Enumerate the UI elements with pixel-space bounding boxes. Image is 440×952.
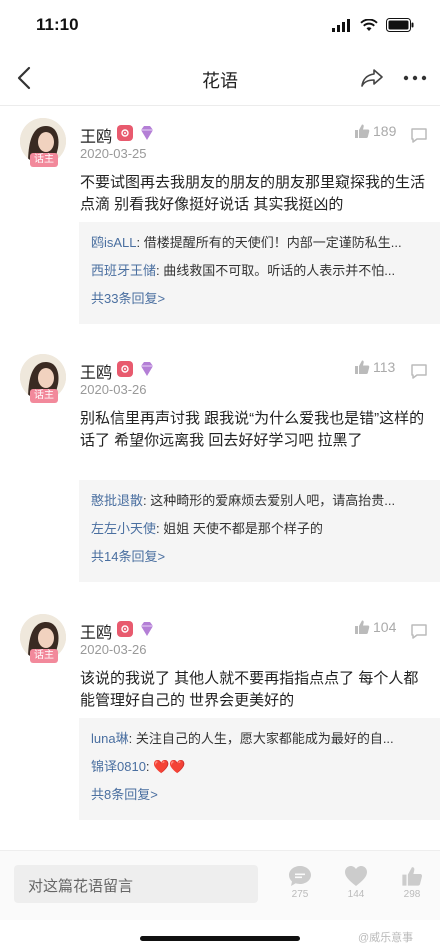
reply-box[interactable]: luna琳: 关注自己的人生，愿大家都能成为最好的自... 锦译0810: ❤️…	[79, 718, 440, 820]
like-total-count: 298	[403, 889, 421, 900]
comment-input[interactable]: 对这篇花语留言	[14, 865, 258, 903]
reply-box[interactable]: 鸥isALL: 借楼提醒所有的天使们！内部一定谨防私生... 西班牙王储: 曲线…	[79, 222, 440, 324]
reply-text: : 这种畸形的爱麻烦去爱别人吧，请高抬贵...	[143, 493, 396, 508]
reply-item[interactable]: 锦译0810: ❤️❤️	[91, 756, 428, 778]
nav-bar: 花语	[0, 50, 440, 106]
comment-text: 不要试图再去我朋友的朋友的朋友那里窥探我的生活点滴 别看我好像挺好说话 其实我挺…	[80, 174, 426, 213]
comment-action[interactable]: 275	[280, 865, 320, 900]
reply-item[interactable]: luna琳: 关注自己的人生，愿大家都能成为最好的自...	[91, 728, 428, 750]
diamond-badge-icon	[141, 622, 153, 636]
wifi-icon	[360, 18, 378, 31]
like-count: 113	[373, 359, 396, 375]
like-button[interactable]: 189	[354, 123, 396, 139]
host-tag: 话主	[30, 649, 58, 663]
reply-icon[interactable]	[410, 126, 428, 144]
favorite-action[interactable]: 144	[336, 865, 376, 900]
username[interactable]: 王鸥	[80, 619, 112, 643]
reply-item[interactable]: 憨批退散: 这种畸形的爱麻烦去爱别人吧，请高抬贵...	[91, 490, 428, 512]
like-action[interactable]: 298	[392, 865, 432, 900]
reply-icon[interactable]	[410, 362, 428, 380]
share-button[interactable]	[356, 62, 388, 94]
status-bar: 11:10	[0, 0, 440, 50]
watermark: @威乐意事	[358, 932, 414, 944]
home-indicator[interactable]	[140, 936, 300, 941]
reply-text: : 姐姐 天使不都是那个样子的	[156, 521, 323, 536]
diamond-badge-icon	[141, 362, 153, 376]
like-button[interactable]: 104	[354, 619, 396, 635]
flower-badge-icon	[117, 621, 133, 637]
bottom-action-bar: 对这篇花语留言 275 144 298	[0, 850, 440, 920]
reply-item[interactable]: 西班牙王储: 曲线救国不可取。听话的人表示并不怕...	[91, 260, 428, 282]
comment-date: 2020-03-25	[80, 146, 147, 161]
more-dots-icon	[403, 75, 427, 81]
reply-item[interactable]: 鸥isALL: 借楼提醒所有的天使们！内部一定谨防私生...	[91, 232, 428, 254]
reply-count-link[interactable]: 共33条回复>	[91, 288, 428, 307]
comment-date: 2020-03-26	[80, 642, 147, 657]
reply-text: : ❤️❤️	[145, 759, 186, 774]
battery-icon	[386, 18, 414, 32]
heart-count: 144	[347, 889, 365, 900]
reply-username[interactable]: 西班牙王储	[91, 263, 156, 278]
like-count: 189	[373, 123, 397, 139]
status-icons	[332, 18, 414, 32]
thumbs-up-icon	[355, 360, 370, 374]
thumbs-up-icon	[402, 867, 423, 886]
reply-text: : 关注自己的人生，愿大家都能成为最好的自...	[128, 731, 394, 746]
signal-icon	[332, 18, 350, 32]
flower-badge-icon	[117, 125, 133, 141]
reply-count-link[interactable]: 共8条回复>	[91, 784, 428, 803]
username[interactable]: 王鸥	[80, 359, 112, 383]
host-tag: 话主	[30, 389, 58, 403]
diamond-badge-icon	[141, 126, 153, 140]
heart-icon	[345, 866, 367, 886]
comment-count: 275	[291, 889, 309, 900]
reply-text: : 借楼提醒所有的天使们！内部一定谨防私生...	[136, 235, 402, 250]
share-icon	[361, 69, 383, 87]
reply-username[interactable]: 锦译0810	[91, 759, 146, 774]
reply-item[interactable]: 左左小天使: 姐姐 天使不都是那个样子的	[91, 518, 428, 540]
status-time: 11:10	[36, 15, 79, 34]
reply-text: : 曲线救国不可取。听话的人表示并不怕...	[156, 263, 396, 278]
comment-feed[interactable]: 话主 王鸥 2020-03-25 189 不要试图再去我朋友的朋友的朋友那里窥探…	[0, 106, 440, 850]
reply-username[interactable]: luna琳	[91, 731, 129, 746]
like-button[interactable]: 113	[354, 359, 395, 375]
host-tag: 话主	[30, 153, 58, 167]
reply-box[interactable]: 憨批退散: 这种畸形的爱麻烦去爱别人吧，请高抬贵... 左左小天使: 姐姐 天使…	[79, 480, 440, 582]
reply-icon[interactable]	[410, 622, 428, 640]
thumbs-up-icon	[355, 124, 370, 138]
more-button[interactable]	[398, 62, 432, 94]
reply-username[interactable]: 憨批退散	[91, 493, 143, 508]
reply-count-link[interactable]: 共14条回复>	[91, 546, 428, 565]
comment-date: 2020-03-26	[80, 382, 147, 397]
reply-username[interactable]: 鸥isALL	[91, 235, 137, 250]
flower-badge-icon	[117, 361, 133, 377]
username[interactable]: 王鸥	[80, 123, 112, 147]
comment-text: 该说的我说了 其他人就不要再指指点点了 每个人都能管理好自己的 世界会更美好的	[80, 670, 419, 709]
like-count: 104	[373, 619, 397, 635]
reply-username[interactable]: 左左小天使	[91, 521, 156, 536]
thumbs-up-icon	[355, 620, 370, 634]
comment-text: 别私信里再声讨我 跟我说“为什么爱我也是错”这样的话了 希望你远离我 回去好好学…	[80, 410, 425, 449]
speech-bubble-icon	[289, 866, 311, 886]
